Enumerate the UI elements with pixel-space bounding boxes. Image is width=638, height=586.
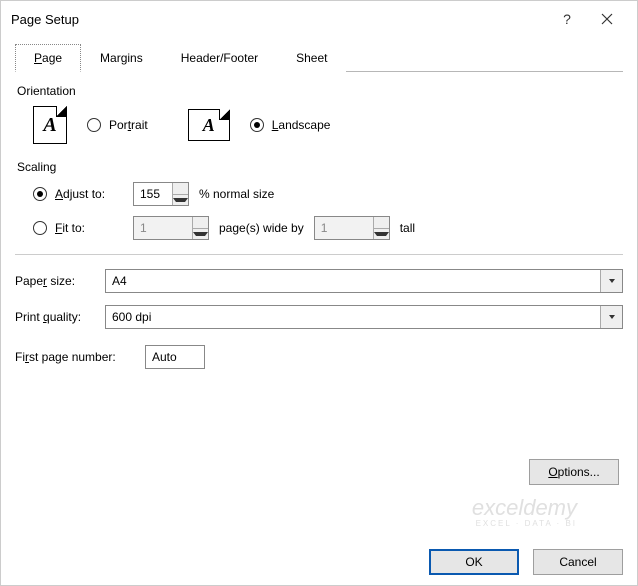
- adjust-to-label: Adjust to:: [55, 187, 105, 201]
- fit-to-label: Fit to:: [55, 221, 85, 235]
- close-icon: [601, 13, 613, 25]
- options-button[interactable]: Options...: [529, 459, 619, 485]
- radio-icon: [250, 118, 264, 132]
- fit-to-suffix: tall: [400, 221, 415, 235]
- tab-margins[interactable]: Margins: [81, 44, 162, 72]
- fit-to-mid: page(s) wide by: [219, 221, 304, 235]
- radio-icon: [87, 118, 101, 132]
- fit-tall-value[interactable]: 1: [315, 217, 373, 239]
- landscape-icon: A: [188, 109, 230, 141]
- spinner-up-icon[interactable]: [173, 183, 188, 195]
- cancel-button[interactable]: Cancel: [533, 549, 623, 575]
- chevron-down-icon[interactable]: [600, 270, 622, 292]
- portrait-label: Portrait: [109, 118, 148, 132]
- orientation-label: Orientation: [15, 82, 623, 106]
- radio-icon: [33, 187, 47, 201]
- tab-header-footer[interactable]: Header/Footer: [162, 44, 277, 72]
- spinner-down-icon[interactable]: [173, 195, 188, 206]
- tabs: Page Margins Header/Footer Sheet: [15, 43, 623, 72]
- paper-size-label: Paper size:: [15, 274, 105, 288]
- tab-sheet[interactable]: Sheet: [277, 44, 346, 72]
- first-page-input[interactable]: Auto: [145, 345, 205, 369]
- fit-wide-value[interactable]: 1: [134, 217, 192, 239]
- scaling-fit-to[interactable]: Fit to:: [33, 221, 123, 235]
- help-button[interactable]: ?: [547, 4, 587, 34]
- ok-button[interactable]: OK: [429, 549, 519, 575]
- fit-tall-spinner[interactable]: 1: [314, 216, 390, 240]
- chevron-down-icon[interactable]: [600, 306, 622, 328]
- fit-wide-spinner[interactable]: 1: [133, 216, 209, 240]
- first-page-label: First page number:: [15, 350, 145, 364]
- print-quality-select[interactable]: 600 dpi: [105, 305, 623, 329]
- adjust-to-value[interactable]: 155: [134, 183, 172, 205]
- spinner-up-icon[interactable]: [374, 217, 389, 229]
- scaling-adjust-to[interactable]: Adjust to:: [33, 187, 123, 201]
- adjust-to-spinner[interactable]: 155: [133, 182, 189, 206]
- tab-page[interactable]: Page: [15, 44, 81, 72]
- spinner-down-icon[interactable]: [374, 229, 389, 240]
- radio-icon: [33, 221, 47, 235]
- print-quality-value: 600 dpi: [112, 310, 151, 324]
- close-button[interactable]: [587, 4, 627, 34]
- orientation-portrait[interactable]: Portrait: [87, 118, 148, 132]
- scaling-label: Scaling: [15, 158, 623, 182]
- orientation-landscape[interactable]: Landscape: [250, 118, 331, 132]
- spinner-up-icon[interactable]: [193, 217, 208, 229]
- watermark: exceldemy EXCEL · DATA · BI: [472, 496, 577, 529]
- paper-size-select[interactable]: A4: [105, 269, 623, 293]
- portrait-icon: A: [33, 106, 67, 144]
- adjust-to-suffix: % normal size: [199, 187, 274, 201]
- landscape-label: Landscape: [272, 118, 331, 132]
- paper-size-value: A4: [112, 274, 127, 288]
- dialog-title: Page Setup: [11, 12, 547, 27]
- spinner-down-icon[interactable]: [193, 229, 208, 240]
- divider: [15, 254, 623, 255]
- print-quality-label: Print quality:: [15, 310, 105, 324]
